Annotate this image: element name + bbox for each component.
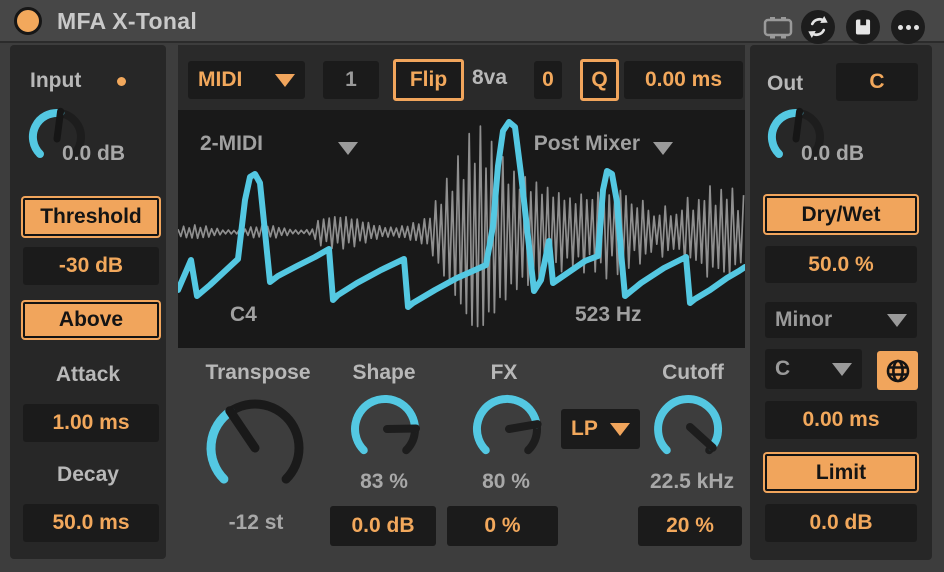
filter-type-dropdown[interactable]: LP (561, 409, 640, 449)
out-gain-readout: 0.0 dB (801, 142, 864, 166)
octave-label: 8va (472, 66, 507, 90)
waveform-display: 2-MIDI Post Mixer C4 523 Hz (178, 110, 745, 348)
out-key-box[interactable]: C (836, 63, 918, 101)
max-device-icon (762, 15, 794, 41)
input-source-dropdown[interactable]: 2-MIDI (200, 132, 263, 156)
dropdown-arrow-icon (887, 314, 907, 327)
dropdown-arrow-icon[interactable] (653, 142, 673, 155)
transpose-knob[interactable] (199, 390, 311, 502)
dropdown-arrow-icon (832, 363, 852, 376)
root-note-dropdown[interactable]: C (765, 349, 862, 389)
globe-icon (884, 357, 912, 385)
filter-type-value: LP (571, 417, 598, 441)
quantize-button[interactable]: Q (580, 59, 619, 101)
save-button[interactable] (846, 10, 880, 44)
cutoff-readout: 22.5 kHz (634, 470, 750, 494)
limit-gain-box[interactable]: 0.0 dB (765, 504, 917, 542)
hot-swap-button[interactable] (801, 10, 835, 44)
monitor-point-dropdown[interactable]: Post Mixer (518, 132, 640, 156)
attack-value-box[interactable]: 1.00 ms (23, 404, 159, 442)
dry-wet-button[interactable]: Dry/Wet (765, 196, 917, 233)
fx-label: FX (462, 361, 546, 385)
device-title: MFA X-Tonal (57, 8, 197, 35)
dropdown-arrow-icon (275, 74, 295, 87)
input-gain-readout: 0.0 dB (62, 142, 125, 166)
save-icon (848, 12, 878, 42)
source-mode-value: MIDI (198, 68, 242, 92)
frequency-readout: 523 Hz (575, 303, 642, 327)
cutoff-resonance-box[interactable]: 20 % (638, 506, 742, 546)
dropdown-arrow-icon[interactable] (338, 142, 358, 155)
device-power-toggle-icon[interactable] (14, 7, 42, 35)
dropdown-arrow-icon (610, 423, 630, 436)
decay-label: Decay (10, 463, 166, 487)
input-panel: Input 0.0 dB Threshold -30 dB Above Atta… (10, 45, 166, 559)
note-readout: C4 (230, 303, 257, 327)
shape-knob[interactable] (343, 385, 427, 469)
scale-dropdown[interactable]: Minor (765, 302, 917, 338)
octave-value-box[interactable]: 0 (534, 61, 562, 99)
fx-amount-box[interactable]: 0 % (447, 506, 558, 546)
transpose-label: Transpose (190, 361, 326, 385)
midi-channel-box[interactable]: 1 (323, 61, 379, 99)
attack-label: Attack (10, 363, 166, 387)
ellipsis-icon (898, 25, 919, 30)
flip-button[interactable]: Flip (393, 59, 464, 101)
fx-readout: 80 % (463, 470, 549, 494)
threshold-button[interactable]: Threshold (23, 198, 159, 236)
input-activity-led (117, 77, 126, 86)
hot-swap-icon (803, 12, 833, 42)
shape-label: Shape (343, 361, 425, 385)
threshold-value-box[interactable]: -30 dB (23, 247, 159, 285)
root-note-value: C (775, 357, 790, 381)
dry-wet-value-box[interactable]: 50.0 % (765, 246, 917, 283)
cutoff-knob[interactable] (646, 385, 730, 469)
title-bar: MFA X-Tonal (0, 0, 944, 43)
cutoff-label: Cutoff (650, 361, 736, 385)
top-control-strip: MIDI 1 Flip 8va 0 Q 0.00 ms (178, 45, 745, 110)
output-panel: Out C 0.0 dB Dry/Wet 50.0 % Minor C 0.00… (750, 45, 932, 560)
out-label: Out (767, 72, 803, 96)
fx-knob[interactable] (465, 385, 549, 469)
quantize-time-box[interactable]: 0.00 ms (624, 61, 743, 99)
shape-gain-box[interactable]: 0.0 dB (330, 506, 436, 546)
decay-value-box[interactable]: 50.0 ms (23, 504, 159, 542)
input-label: Input (30, 69, 81, 93)
scale-value: Minor (775, 308, 832, 332)
limit-button[interactable]: Limit (765, 454, 917, 491)
shape-readout: 83 % (341, 470, 427, 494)
global-scale-button[interactable] (877, 351, 918, 390)
delay-time-box[interactable]: 0.00 ms (765, 401, 917, 439)
source-mode-dropdown[interactable]: MIDI (188, 61, 305, 99)
more-options-button[interactable] (891, 10, 925, 44)
transpose-readout: -12 st (205, 511, 307, 535)
above-button[interactable]: Above (23, 302, 159, 338)
